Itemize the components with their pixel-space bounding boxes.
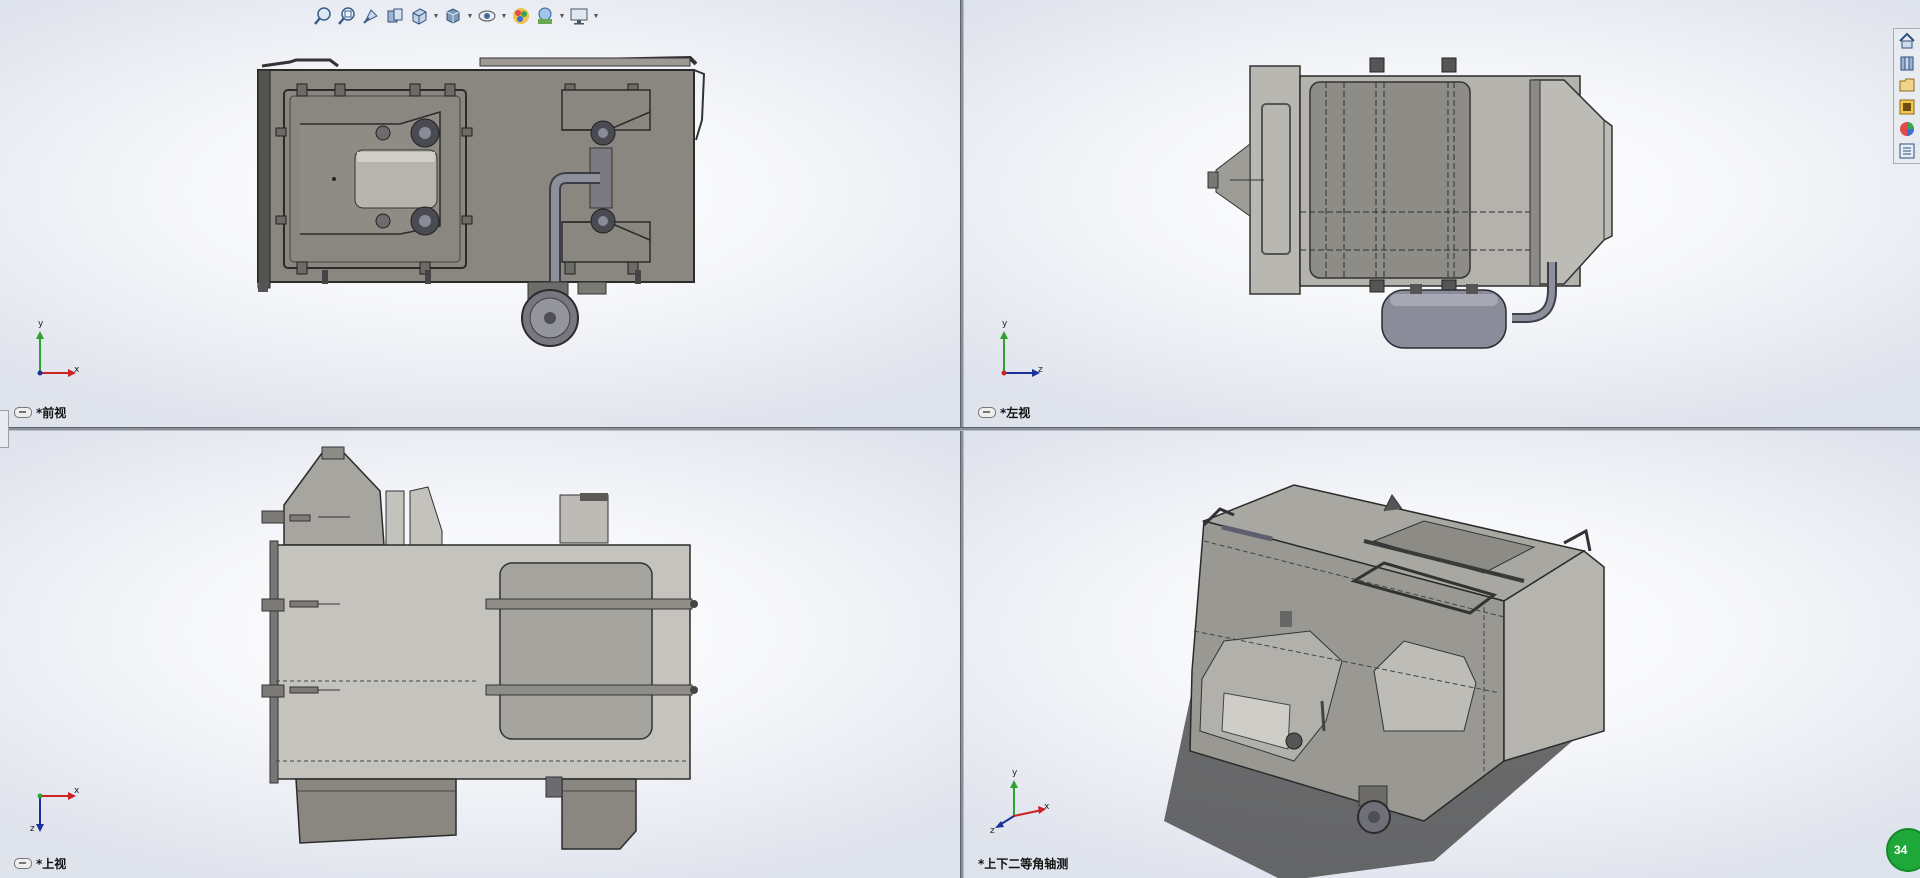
coordinate-triad: x z — [28, 776, 88, 836]
link-views-icon[interactable] — [14, 407, 32, 418]
home-icon[interactable] — [1897, 31, 1917, 51]
axis-label-x: x — [74, 786, 80, 796]
apply-scene-icon[interactable] — [534, 5, 556, 27]
axis-label-y: y — [38, 319, 44, 329]
custom-properties-icon[interactable] — [1897, 141, 1917, 161]
axis-label-x: x — [74, 365, 80, 375]
previous-view-icon[interactable] — [360, 5, 382, 27]
file-explorer-icon[interactable] — [1897, 75, 1917, 95]
view-palette-icon[interactable] — [1897, 97, 1917, 117]
link-views-icon[interactable] — [14, 858, 32, 869]
left-view-model[interactable] — [964, 0, 1920, 427]
viewport-label-iso: *上下二等角轴测 — [978, 855, 1068, 872]
viewport-isometric[interactable]: y x z *上下二等角轴测 34 — [964, 431, 1920, 878]
link-views-icon[interactable] — [978, 407, 996, 418]
axis-label-y: y — [1012, 768, 1018, 778]
axis-label-z: z — [990, 826, 995, 836]
coordinate-triad: y z — [992, 319, 1052, 385]
front-view-model[interactable] — [0, 0, 960, 427]
view-settings-dropdown[interactable]: ▼ — [592, 5, 600, 27]
isometric-view-model[interactable] — [964, 431, 1920, 878]
heads-up-view-toolbar: ▼ ▼ ▼ ▼ ▼ — [312, 4, 600, 28]
zoom-to-fit-icon[interactable] — [312, 5, 334, 27]
viewport-splitter-vertical[interactable] — [960, 0, 964, 878]
axis-label-z: z — [30, 824, 35, 834]
view-orientation-dropdown[interactable]: ▼ — [432, 5, 440, 27]
section-view-icon[interactable] — [384, 5, 406, 27]
apply-scene-dropdown[interactable]: ▼ — [558, 5, 566, 27]
viewport-left[interactable]: y z *左视 — [964, 0, 1920, 427]
viewport-label-left: *左视 — [978, 404, 1030, 421]
axis-label-x: x — [1044, 802, 1050, 812]
design-library-icon[interactable] — [1897, 53, 1917, 73]
task-pane-tabs — [1893, 28, 1920, 164]
view-orientation-icon[interactable] — [408, 5, 430, 27]
display-style-icon[interactable] — [442, 5, 464, 27]
viewport-title-iso: *上下二等角轴测 — [978, 857, 1069, 871]
hide-show-items-icon[interactable] — [476, 5, 498, 27]
viewport-label-top: *上视 — [14, 855, 66, 872]
viewport-title-front: *前视 — [36, 406, 67, 420]
viewport-title-left: *左视 — [1000, 406, 1031, 420]
display-style-dropdown[interactable]: ▼ — [466, 5, 474, 27]
status-badge-text: 34 — [1894, 843, 1908, 857]
viewport-title-top: *上视 — [36, 857, 67, 871]
viewport-splitter-horizontal[interactable] — [0, 427, 1920, 431]
view-settings-icon[interactable] — [568, 5, 590, 27]
axis-label-z: z — [1038, 365, 1043, 375]
viewport-label-front: *前视 — [14, 404, 66, 421]
top-view-model[interactable] — [0, 431, 960, 878]
hide-show-items-dropdown[interactable]: ▼ — [500, 5, 508, 27]
edit-appearance-icon[interactable] — [510, 5, 532, 27]
axis-label-y: y — [1002, 319, 1008, 329]
appearances-icon[interactable] — [1897, 119, 1917, 139]
feature-manager-collapse-tab[interactable] — [0, 410, 9, 448]
zoom-to-area-icon[interactable] — [336, 5, 358, 27]
viewport-top[interactable]: x z *上视 — [0, 431, 960, 878]
coordinate-triad: y x — [28, 319, 88, 385]
coordinate-triad: y x z — [990, 768, 1052, 836]
viewport-front[interactable]: ▼ ▼ ▼ ▼ ▼ y x *前视 — [0, 0, 960, 427]
